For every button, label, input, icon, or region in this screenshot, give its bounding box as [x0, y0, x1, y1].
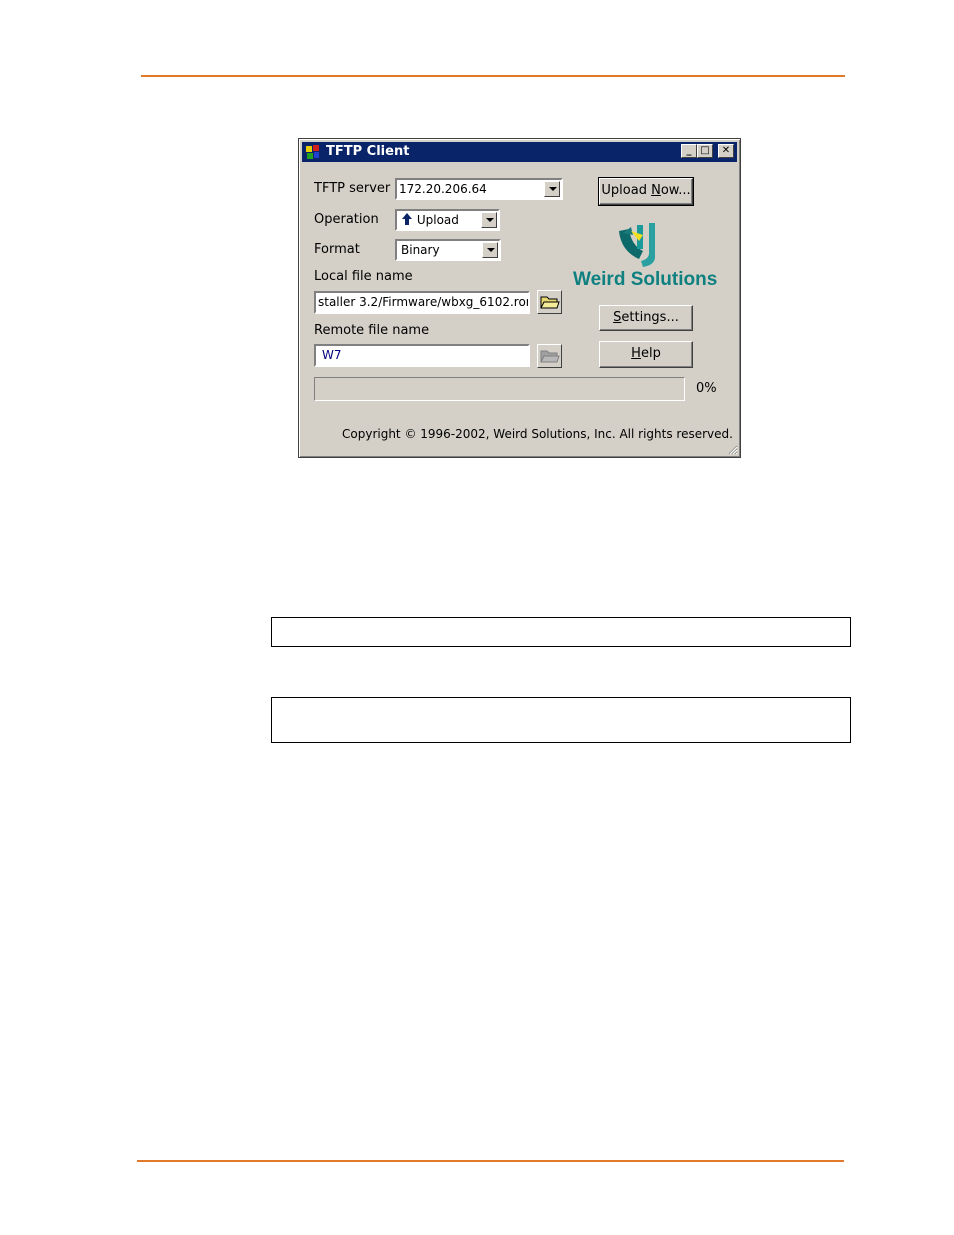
format-value: Binary — [401, 243, 440, 257]
remote-file-input[interactable]: W7 — [314, 344, 530, 367]
minimize-button[interactable]: _ — [681, 144, 697, 158]
chevron-down-icon[interactable] — [482, 242, 498, 258]
progress-percent: 0% — [696, 381, 717, 396]
tftp-server-dropdown[interactable]: 172.20.206.64 — [395, 178, 563, 200]
browse-remote-button[interactable] — [537, 344, 562, 368]
window-title: TFTP Client — [326, 144, 410, 159]
tftp-client-window: TFTP Client _ □ ✕ TFTP server 172.20.206… — [298, 138, 741, 458]
logo-text: Weird Solutions — [573, 269, 718, 290]
operation-value: Upload — [416, 213, 459, 227]
upload-arrow-icon — [402, 213, 412, 225]
folder-icon — [540, 296, 560, 309]
header-rule — [141, 75, 845, 77]
app-icon — [306, 145, 319, 159]
title-bar[interactable]: TFTP Client _ □ ✕ — [302, 142, 737, 162]
settings-button[interactable]: Settings... — [599, 305, 693, 331]
upload-now-label: Upload Now... — [601, 183, 691, 198]
maximize-button[interactable]: □ — [697, 144, 713, 158]
empty-text-box — [271, 697, 851, 743]
footer-rule — [137, 1160, 844, 1162]
tftp-server-value: 172.20.206.64 — [399, 182, 487, 196]
operation-dropdown[interactable]: Upload — [395, 209, 500, 231]
format-label: Format — [314, 242, 360, 257]
help-label: Help — [631, 346, 661, 361]
tftp-server-label: TFTP server — [314, 181, 391, 196]
empty-text-box — [271, 617, 851, 647]
browse-local-button[interactable] — [537, 290, 562, 314]
progress-bar — [314, 377, 685, 401]
settings-label: Settings... — [613, 310, 679, 325]
help-button[interactable]: Help — [599, 341, 693, 368]
weird-solutions-logo-icon — [619, 223, 655, 267]
close-button[interactable]: ✕ — [718, 144, 734, 158]
resize-grip-icon[interactable] — [726, 443, 738, 455]
remote-file-label: Remote file name — [314, 323, 430, 338]
local-file-label: Local file name — [314, 269, 413, 284]
operation-label: Operation — [314, 212, 379, 227]
minimize-icon: _ — [686, 145, 692, 156]
maximize-icon: □ — [700, 145, 710, 156]
copyright-text: Copyright © 1996-2002, Weird Solutions, … — [342, 427, 733, 441]
chevron-down-icon[interactable] — [544, 181, 560, 197]
upload-now-button[interactable]: Upload Now... — [598, 177, 694, 206]
chevron-down-icon[interactable] — [481, 212, 497, 228]
local-file-input[interactable]: staller 3.2/Firmware/wbxg_6102.rom — [314, 291, 530, 314]
close-icon: ✕ — [721, 145, 731, 156]
local-file-value: staller 3.2/Firmware/wbxg_6102.rom — [318, 295, 530, 309]
remote-file-value: W7 — [322, 348, 342, 362]
format-dropdown[interactable]: Binary — [395, 239, 501, 261]
folder-disabled-icon — [540, 350, 560, 363]
